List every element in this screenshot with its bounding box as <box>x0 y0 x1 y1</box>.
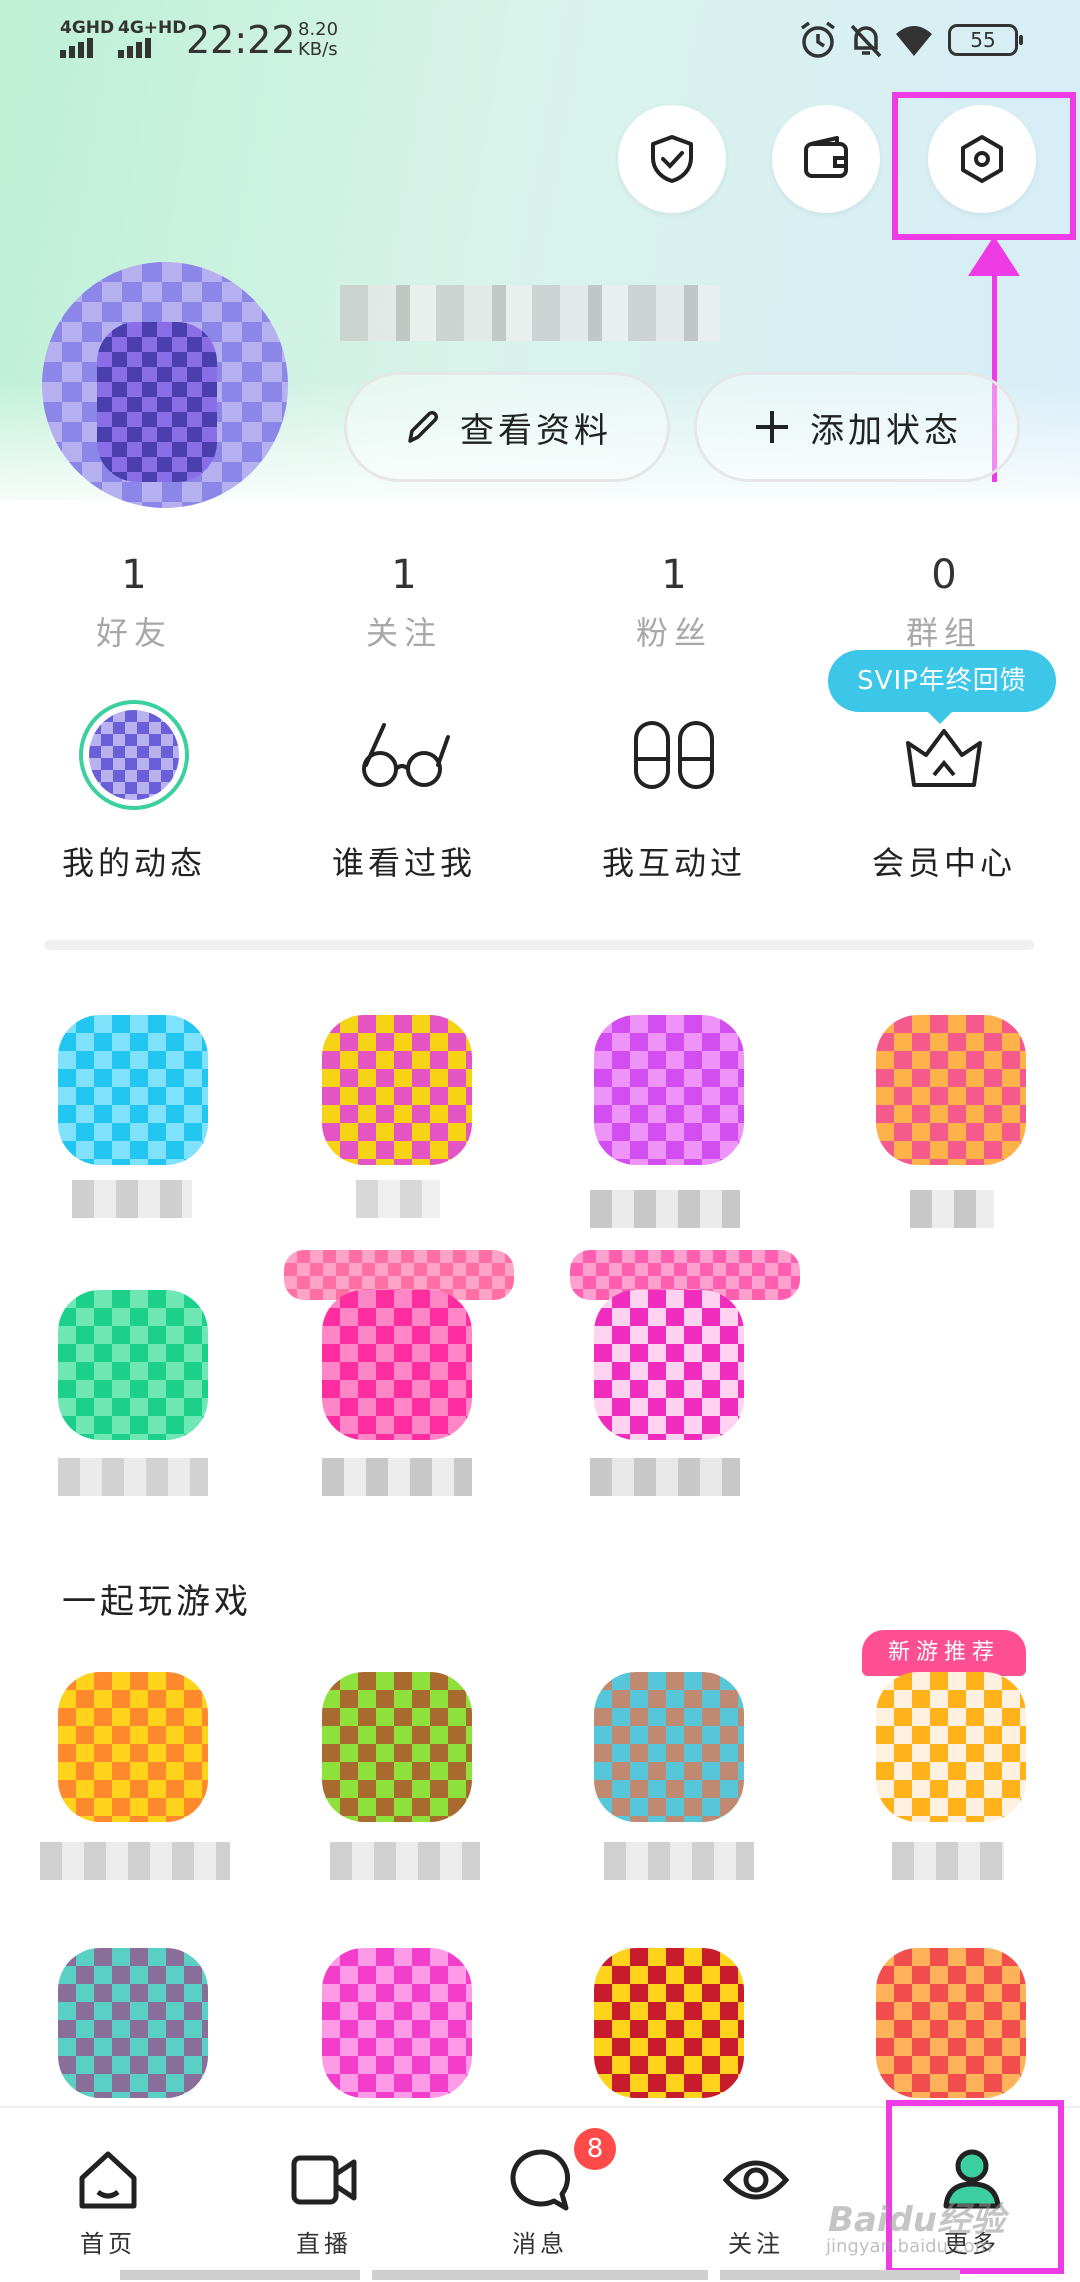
my-feed-avatar-icon <box>79 700 189 810</box>
chat-bubble-icon <box>510 2149 571 2211</box>
app-tile-6[interactable] <box>322 1290 472 1440</box>
clock: 22:22 <box>186 18 296 62</box>
app-tile-3[interactable] <box>594 1015 744 1165</box>
stat-groups[interactable]: 0 群组 <box>844 552 1044 654</box>
quick-link-visitors[interactable]: 谁看过我 <box>284 690 524 884</box>
gesture-bar-1 <box>120 2270 360 2280</box>
footprints-icon <box>634 721 714 789</box>
settings-highlight-box <box>892 92 1076 240</box>
wallet-icon <box>804 136 848 178</box>
app-tile-5[interactable] <box>58 1290 208 1440</box>
game-tile-5[interactable] <box>58 1948 208 2098</box>
tab-home[interactable]: 首页 <box>0 2108 216 2282</box>
avatar[interactable] <box>42 262 288 508</box>
game-tile-2[interactable] <box>322 1672 472 1822</box>
app-label-blurred <box>910 1190 994 1228</box>
stat-value: 0 <box>931 552 957 598</box>
quick-link-vip-center[interactable]: 会员中心 <box>824 690 1064 884</box>
games-section-title: 一起玩游戏 <box>62 1582 252 1622</box>
game-tile-6[interactable] <box>322 1948 472 2098</box>
game-label-blurred <box>330 1842 480 1880</box>
stat-label: 群组 <box>905 614 982 652</box>
tab-label: 首页 <box>80 2230 136 2258</box>
view-profile-label: 查看资料 <box>460 410 612 451</box>
app-tile-2[interactable] <box>322 1015 472 1165</box>
wifi-icon <box>896 26 932 56</box>
quick-link-label: 会员中心 <box>871 844 1016 882</box>
app-label-blurred <box>590 1190 740 1228</box>
alarm-icon <box>800 21 836 58</box>
game-label-blurred <box>604 1842 754 1880</box>
stat-label: 关注 <box>365 614 442 652</box>
new-game-badge: 新游推荐 <box>862 1630 1026 1676</box>
signal-icon-1 <box>60 38 96 60</box>
game-tile-3[interactable] <box>594 1672 744 1822</box>
network-label-2: 4G+HD <box>118 18 187 38</box>
stat-fans[interactable]: 1 粉丝 <box>574 552 774 654</box>
crown-icon <box>906 729 982 787</box>
stat-following[interactable]: 1 关注 <box>304 552 504 654</box>
video-camera-icon <box>291 2155 357 2205</box>
app-label-blurred <box>58 1458 208 1496</box>
tab-label: 消息 <box>512 2230 568 2258</box>
speed-unit: KB/s <box>298 39 338 60</box>
tab-live[interactable]: 直播 <box>216 2108 432 2282</box>
wallet-button[interactable] <box>772 105 880 213</box>
message-count-badge: 8 <box>574 2128 616 2170</box>
eye-icon <box>722 2160 790 2200</box>
view-profile-button[interactable]: 查看资料 <box>344 372 670 482</box>
quick-link-label: 我的动态 <box>61 844 206 882</box>
gesture-bar-3 <box>720 2270 960 2280</box>
game-label-blurred <box>892 1842 1004 1880</box>
network-speed: 8.20 KB/s <box>298 20 338 60</box>
app-label-blurred <box>72 1180 192 1218</box>
stat-friends[interactable]: 1 好友 <box>34 552 234 654</box>
speed-value: 8.20 <box>298 19 339 40</box>
tab-label: 直播 <box>296 2230 352 2258</box>
glasses-icon <box>362 723 450 787</box>
mute-bell-icon <box>850 24 882 58</box>
quick-link-label: 谁看过我 <box>331 844 476 882</box>
app-label-blurred <box>322 1458 472 1496</box>
shield-check-icon <box>651 135 693 183</box>
quick-link-interacted[interactable]: 我互动过 <box>554 690 794 884</box>
add-status-button[interactable]: 添加状态 <box>694 372 1020 482</box>
quick-link-label: 我互动过 <box>601 844 746 882</box>
pencil-icon <box>408 411 438 443</box>
app-label-blurred <box>356 1180 440 1218</box>
signal-icon-2 <box>118 38 154 60</box>
battery-icon: 55 <box>948 24 1023 56</box>
stat-label: 好友 <box>95 614 172 652</box>
plus-icon <box>756 411 788 443</box>
game-tile-7[interactable] <box>594 1948 744 2098</box>
add-status-label: 添加状态 <box>810 410 962 451</box>
status-bar: 4GHD 4G+HD 22:22 8.20 KB/s 55 <box>0 0 1080 80</box>
section-divider <box>44 940 1034 950</box>
quick-link-my-feed[interactable]: 我的动态 <box>14 690 254 884</box>
network-label-1: 4GHD <box>60 18 115 38</box>
stat-value: 1 <box>661 552 687 598</box>
gesture-bar-2 <box>372 2270 708 2280</box>
watermark-url: jingyan.baidu.com <box>826 2236 993 2257</box>
game-tile-1[interactable] <box>58 1672 208 1822</box>
watermark: Baidu经验 <box>828 2200 1006 2240</box>
app-tile-1[interactable] <box>58 1015 208 1165</box>
game-tile-4[interactable] <box>876 1672 1026 1822</box>
app-label-blurred <box>590 1458 740 1496</box>
nickname-blurred <box>340 285 720 341</box>
game-tile-8[interactable] <box>876 1948 1026 2098</box>
app-tile-7[interactable] <box>594 1290 744 1440</box>
home-icon <box>79 2151 137 2209</box>
app-tile-4[interactable] <box>876 1015 1026 1165</box>
game-label-blurred <box>40 1842 230 1880</box>
tab-messages[interactable]: 消息 <box>432 2108 648 2282</box>
stat-value: 1 <box>121 552 147 598</box>
security-button[interactable] <box>618 105 726 213</box>
stat-value: 1 <box>391 552 417 598</box>
stat-label: 粉丝 <box>635 614 712 652</box>
